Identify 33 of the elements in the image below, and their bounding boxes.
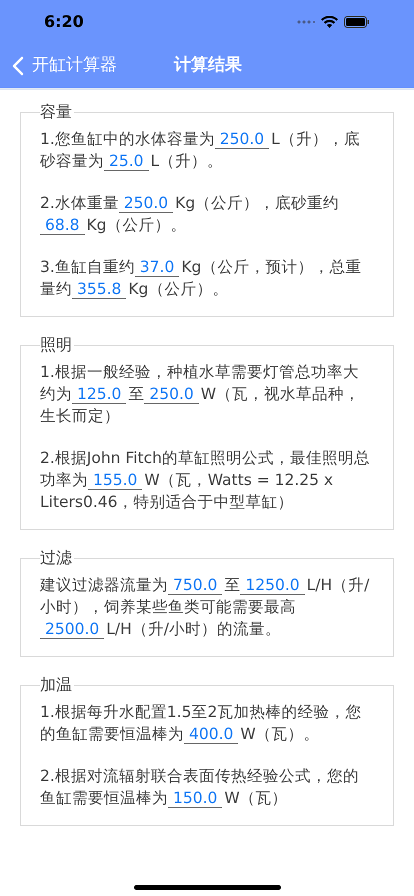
- result-paragraph: 1.根据一般经验，种植水草需要灯管总功率大约为 125.0 至 250.0 W（瓦，视水草品种，生长而定）: [40, 362, 362, 427]
- result-value: 250.0: [118, 194, 174, 213]
- wifi-icon: [321, 16, 338, 28]
- result-value: 250.0: [214, 130, 270, 149]
- result-value: 400.0: [184, 725, 238, 744]
- result-value: 125.0: [72, 385, 126, 404]
- result-value: 250.0: [144, 385, 199, 404]
- section-title: 加温: [40, 674, 73, 696]
- result-value: 155.0: [88, 471, 142, 490]
- result-value: 750.0: [168, 576, 222, 595]
- signal-icon: [297, 20, 315, 24]
- result-paragraph: 2.水体重量 250.0 Kg（公斤），底砂重约 68.8 Kg（公斤）。: [40, 193, 340, 236]
- result-paragraph: 3.鱼缸自重约 37.0 Kg（公斤，预计），总重量约 355.8 Kg（公斤）。: [40, 257, 362, 300]
- result-value: 68.8: [40, 216, 85, 235]
- battery-icon: [344, 16, 370, 28]
- section-title: 容量: [40, 101, 73, 123]
- result-value: 1250.0: [240, 576, 305, 595]
- chevron-left-icon: [12, 56, 24, 76]
- result-paragraph: 2.根据对流辐射联合表面传热经验公式，您的鱼缸需要恒温棒为 150.0 W（瓦）: [40, 766, 360, 809]
- result-paragraph: 建议过滤器流量为 750.0 至 1250.0 L/H（升/小时），饲养某些鱼类可能需要最高 2500.0 L/H（升/小时）的流量。: [40, 575, 370, 640]
- result-value: 150.0: [168, 789, 222, 808]
- page-title: 计算结果: [174, 54, 242, 78]
- section-title: 过滤: [40, 547, 73, 569]
- result-value: 2500.0: [40, 620, 104, 639]
- result-value: 37.0: [134, 258, 180, 277]
- result-value: 355.8: [72, 280, 126, 299]
- result-value: 25.0: [104, 152, 149, 171]
- back-button[interactable]: 开缸计算器: [12, 53, 117, 79]
- status-time: 6:20: [44, 11, 84, 33]
- result-paragraph: 1.根据每升水配置1.5至2瓦加热棒的经验，您的鱼缸需要恒温棒为 400.0 W（瓦）。: [40, 702, 362, 745]
- result-paragraph: 1.您鱼缸中的水体容量为 250.0 L（升），底砂容量为 25.0 L（升）。: [40, 129, 361, 172]
- section-title: 照明: [40, 334, 73, 356]
- result-paragraph: 2.根据John Fitch的草缸照明公式，最佳照明总功率为 155.0 W（瓦，Watts = 12.25 x Liters0.46，特别适合于中型草缸）: [40, 448, 371, 513]
